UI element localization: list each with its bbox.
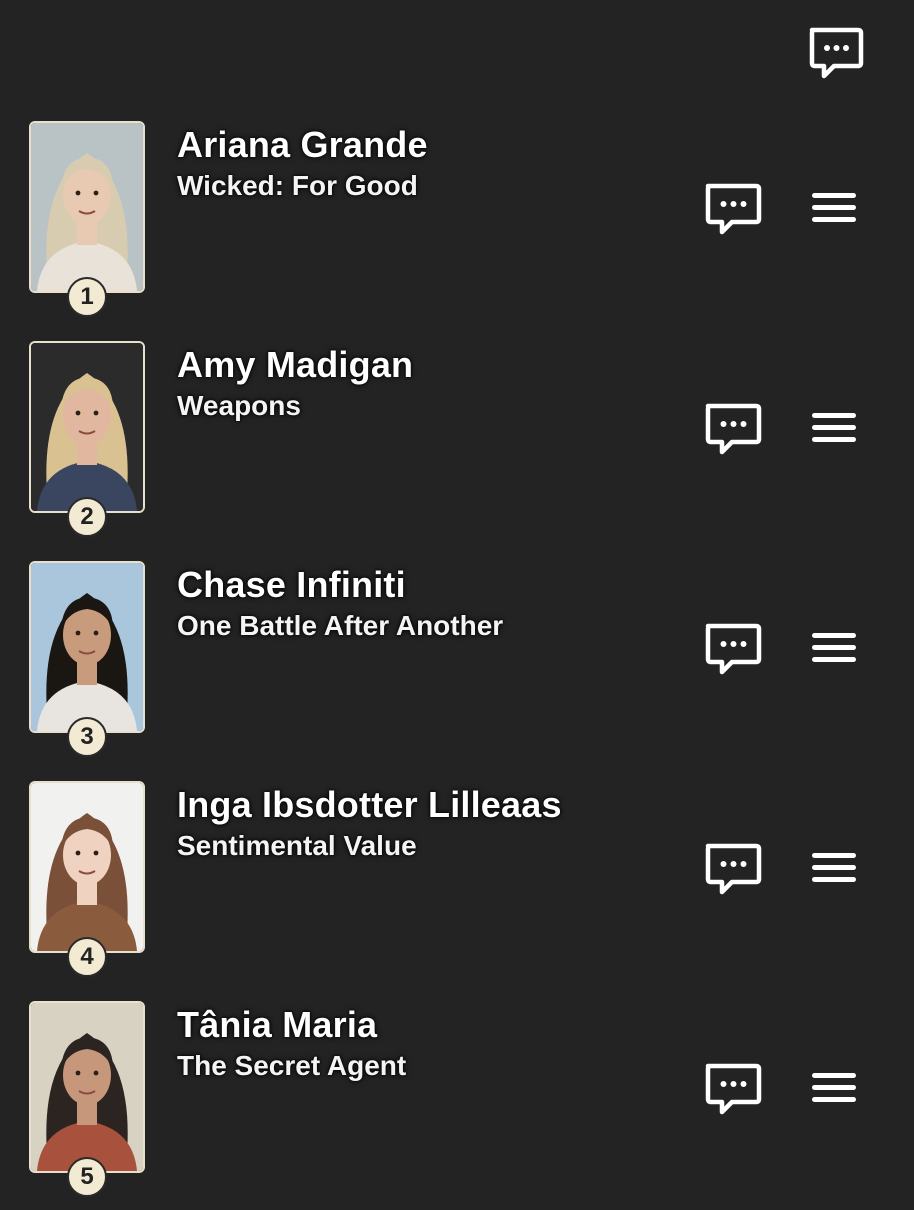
chat-bubble-icon[interactable] [702,398,762,458]
drag-handle-icon[interactable] [806,1068,862,1108]
list-item[interactable]: 1 Ariana Grande Wicked: For Good [0,110,914,330]
drag-handle-icon[interactable] [806,848,862,888]
actress-name: Inga Ibsdotter Lilleaas [177,784,562,825]
chat-bubble-icon[interactable] [702,1058,762,1118]
rank-badge: 3 [67,717,107,757]
film-title: Wicked: For Good [177,170,418,201]
actress-photo [29,1001,145,1173]
film-title: Weapons [177,390,301,421]
actress-name: Ariana Grande [177,124,428,165]
actress-name: Amy Madigan [177,344,414,385]
chat-bubble-icon[interactable] [702,838,762,898]
list-item[interactable]: 2 Amy Madigan Weapons [0,330,914,550]
actress-photo [29,781,145,953]
film-title: Sentimental Value [177,830,417,861]
rank-badge: 4 [67,937,107,977]
actress-name: Chase Infiniti [177,564,406,605]
rank-badge: 2 [67,497,107,537]
chat-bubble-icon[interactable] [806,24,864,82]
ranking-list: 1 Ariana Grande Wicked: For Good 2 Amy M… [0,110,914,1210]
film-title: The Secret Agent [177,1050,407,1081]
rank-badge: 5 [67,1157,107,1197]
actress-photo [29,121,145,293]
drag-handle-icon[interactable] [806,408,862,448]
drag-handle-icon[interactable] [806,188,862,228]
actress-photo [29,341,145,513]
list-item[interactable]: 3 Chase Infiniti One Battle After Anothe… [0,550,914,770]
chat-bubble-icon[interactable] [702,618,762,678]
drag-handle-icon[interactable] [806,628,862,668]
top-bar [0,0,914,110]
chat-bubble-icon[interactable] [702,178,762,238]
list-item[interactable]: 4 Inga Ibsdotter Lilleaas Sentimental Va… [0,770,914,990]
actress-photo [29,561,145,733]
actress-name: Tânia Maria [177,1004,378,1045]
film-title: One Battle After Another [177,610,504,641]
list-item[interactable]: 5 Tânia Maria The Secret Agent [0,990,914,1210]
rank-badge: 1 [67,277,107,317]
